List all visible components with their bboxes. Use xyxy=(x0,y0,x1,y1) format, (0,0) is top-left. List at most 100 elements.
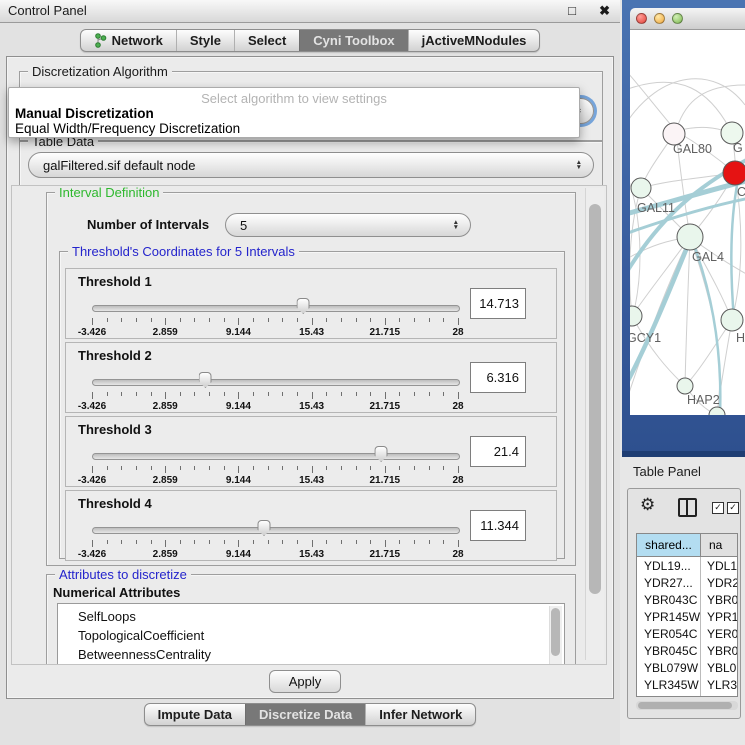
network-window-titlebar[interactable] xyxy=(630,8,745,30)
bottom-tab-discretize-data[interactable]: Discretize Data xyxy=(245,704,365,725)
numerical-attributes-list[interactable]: SelfLoopsTopologicalCoefficientBetweenne… xyxy=(57,603,565,665)
cell-name[interactable]: YIL0 xyxy=(701,693,737,697)
node-label: H xyxy=(736,331,745,345)
slider-track[interactable] xyxy=(92,527,460,534)
attributes-list-scrollbar[interactable] xyxy=(549,606,562,665)
attributes-group: Attributes to discretize Numerical Attri… xyxy=(46,574,576,665)
cell-name[interactable]: YDL1 xyxy=(701,557,737,574)
network-node-hap2[interactable] xyxy=(677,378,693,394)
tick-label: 21.715 xyxy=(370,475,401,486)
top-tab-jactivemnodules[interactable]: jActiveMNodules xyxy=(408,30,540,51)
zoom-traffic-light-icon[interactable] xyxy=(672,13,683,24)
attribute-list-item[interactable]: TopologicalCoefficient xyxy=(58,626,564,645)
numerical-attributes-label: Numerical Attributes xyxy=(53,585,180,600)
cell-name[interactable]: YDR2 xyxy=(701,574,737,591)
node-label: HAP2 xyxy=(687,393,720,407)
apply-button[interactable]: Apply xyxy=(269,670,341,693)
threshold-value-input[interactable]: 14.713 xyxy=(470,288,526,319)
slider-track[interactable] xyxy=(92,305,460,312)
column-layout-icon[interactable] xyxy=(678,498,697,517)
node-label: C xyxy=(737,185,745,199)
cell-shared-name[interactable]: YIL052C xyxy=(637,693,701,697)
threshold-slider[interactable]: -3.4262.8599.14415.4321.71528 xyxy=(92,295,458,337)
num-intervals-select[interactable]: 5 ▲▼ xyxy=(225,213,471,237)
bottom-tab-impute-data[interactable]: Impute Data xyxy=(145,704,245,725)
cell-shared-name[interactable]: YDR27... xyxy=(637,574,701,591)
top-tab-network[interactable]: Network xyxy=(81,30,176,51)
cell-shared-name[interactable]: YBR045C xyxy=(637,642,701,659)
gear-icon[interactable]: ⚙ xyxy=(640,495,655,515)
cell-shared-name[interactable]: YER054C xyxy=(637,625,701,642)
cell-shared-name[interactable]: YBR043C xyxy=(637,591,701,608)
top-tab-style[interactable]: Style xyxy=(176,30,234,51)
cell-shared-name[interactable]: YBL079W xyxy=(637,659,701,676)
table-row[interactable]: YDR27...YDR2 xyxy=(637,574,737,591)
table-panel-title: Table Panel xyxy=(633,464,701,479)
network-node-gal4[interactable] xyxy=(677,224,703,250)
table-row[interactable]: YBR043CYBR0 xyxy=(637,591,737,608)
attribute-list-item[interactable]: BetweennessCentrality xyxy=(58,645,564,664)
threshold-value-input[interactable]: 6.316 xyxy=(470,362,526,393)
bottom-tab-infer-network[interactable]: Infer Network xyxy=(365,704,475,725)
table-panel-header: Table Panel xyxy=(620,457,745,488)
table-row[interactable]: YBR045CYBR0 xyxy=(637,642,737,659)
network-node-h[interactable] xyxy=(721,309,743,331)
threshold-value-input[interactable]: 21.4 xyxy=(470,436,526,467)
cell-shared-name[interactable]: YPR145W xyxy=(637,608,701,625)
tick-label: 21.715 xyxy=(370,401,401,412)
algorithm-option[interactable]: Equal Width/Frequency Discretization xyxy=(15,121,579,136)
cell-name[interactable]: YPR1 xyxy=(701,608,737,625)
close-icon[interactable]: ✖ xyxy=(599,3,610,19)
network-node-c[interactable] xyxy=(723,161,745,185)
scrollbar-thumb[interactable] xyxy=(638,702,732,709)
table-row[interactable]: YLR345WYLR3 xyxy=(637,676,737,693)
tick-label: 28 xyxy=(452,327,463,338)
column-header-shared-name[interactable]: shared... xyxy=(637,534,701,556)
attribute-list-item[interactable]: SelfLoops xyxy=(58,604,564,626)
top-tab-cyni-toolbox[interactable]: Cyni Toolbox xyxy=(299,30,407,51)
scrollbar-thumb[interactable] xyxy=(551,608,560,656)
top-tabs: NetworkStyleSelectCyni ToolboxjActiveMNo… xyxy=(80,29,541,52)
table-row[interactable]: YPR145WYPR1 xyxy=(637,608,737,625)
network-node-gcy1[interactable] xyxy=(630,306,642,326)
table-row[interactable]: YER054CYER0 xyxy=(637,625,737,642)
threshold-slider[interactable]: -3.4262.8599.14415.4321.71528 xyxy=(92,443,458,485)
checkbox-icon[interactable]: ✓ xyxy=(727,502,739,514)
network-node-gal11[interactable] xyxy=(631,178,651,198)
table-horizontal-scrollbar[interactable] xyxy=(636,701,738,710)
network-node[interactable] xyxy=(709,407,725,415)
table-row[interactable]: YIL052CYIL0 xyxy=(637,693,737,697)
threshold-slider[interactable]: -3.4262.8599.14415.4321.71528 xyxy=(92,369,458,411)
threshold-slider[interactable]: -3.4262.8599.14415.4321.71528 xyxy=(92,517,458,559)
cell-name[interactable]: YLR3 xyxy=(701,676,737,693)
threshold-label: Threshold 4 xyxy=(78,496,152,511)
tick-label: 28 xyxy=(452,475,463,486)
threshold-panel: Threshold 3-3.4262.8599.14415.4321.71528… xyxy=(65,416,557,487)
checkbox-icon[interactable]: ✓ xyxy=(712,502,724,514)
column-header-name[interactable]: na xyxy=(701,534,737,556)
cell-name[interactable]: YBR0 xyxy=(701,642,737,659)
top-tab-select[interactable]: Select xyxy=(234,30,299,51)
interval-definition-title: Interval Definition xyxy=(55,185,163,200)
tab-label: Discretize Data xyxy=(259,707,352,722)
slider-track[interactable] xyxy=(92,379,460,386)
float-window-icon[interactable]: □ xyxy=(568,3,576,18)
table-row[interactable]: YDL19...YDL1 xyxy=(637,557,737,574)
tick-label: 15.43 xyxy=(299,549,324,560)
settings-vertical-scrollbar[interactable] xyxy=(585,188,604,660)
algorithm-option[interactable]: Manual Discretization xyxy=(15,106,579,121)
minimize-traffic-light-icon[interactable] xyxy=(654,13,665,24)
slider-track[interactable] xyxy=(92,453,460,460)
table-row[interactable]: YBL079WYBL0 xyxy=(637,659,737,676)
network-canvas[interactable]: GAL80GCGAL11GAL4GCY1HHAP2 xyxy=(630,30,745,415)
scrollbar-thumb[interactable] xyxy=(589,204,601,594)
close-traffic-light-icon[interactable] xyxy=(636,13,647,24)
cell-name[interactable]: YBL0 xyxy=(701,659,737,676)
cell-shared-name[interactable]: YDL19... xyxy=(637,557,701,574)
threshold-value-input[interactable]: 11.344 xyxy=(470,510,526,541)
cell-name[interactable]: YBR0 xyxy=(701,591,737,608)
cell-shared-name[interactable]: YLR345W xyxy=(637,676,701,693)
table-data-select[interactable]: galFiltered.sif default node ▲▼ xyxy=(28,152,594,178)
algorithm-placeholder-item[interactable]: Select algorithm to view settings xyxy=(9,91,579,106)
cell-name[interactable]: YER0 xyxy=(701,625,737,642)
